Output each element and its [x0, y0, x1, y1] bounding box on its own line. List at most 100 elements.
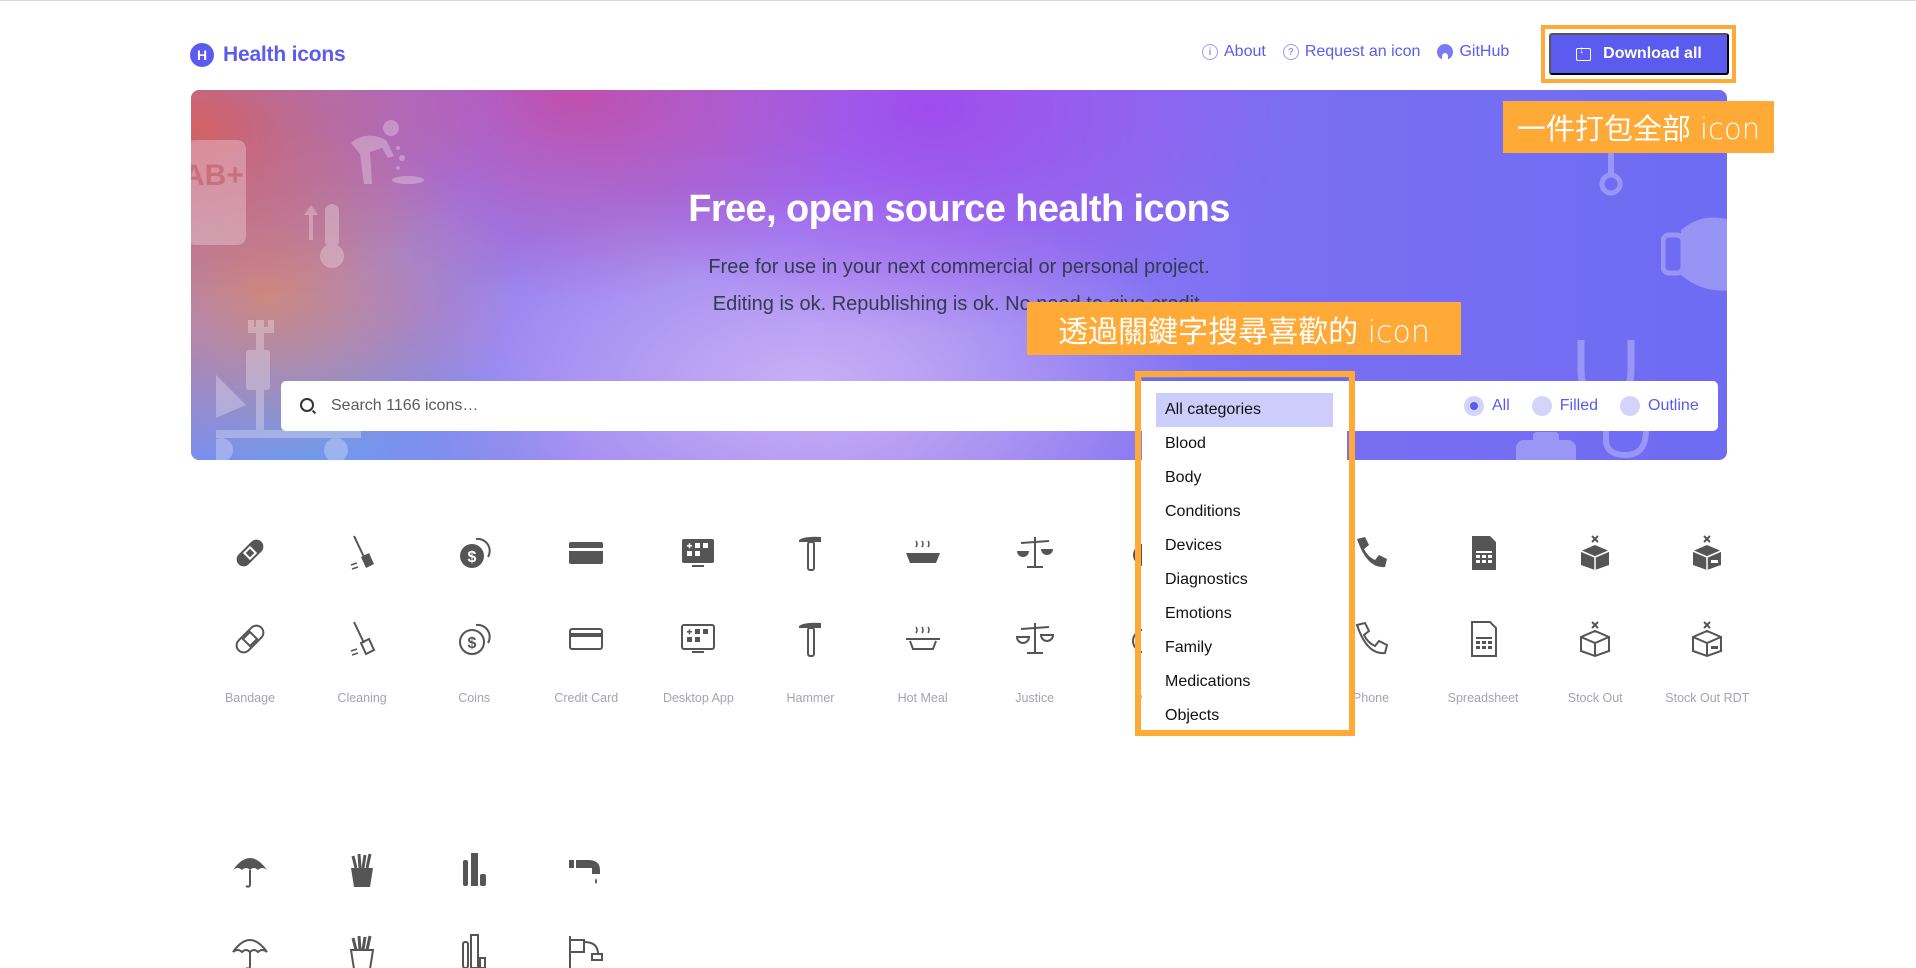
icon-label: Stock Out	[1567, 691, 1623, 705]
hammer-icon[interactable]	[791, 619, 831, 659]
scales-icon[interactable]	[1015, 619, 1055, 659]
fries-icon[interactable]	[342, 932, 382, 968]
icon-label: Spreadsheet	[1447, 691, 1519, 705]
logo-mark-icon: H	[190, 43, 214, 67]
category-option-medications[interactable]: Medications	[1156, 665, 1333, 699]
question-icon: ?	[1282, 44, 1299, 60]
category-option-devices[interactable]: Devices	[1156, 529, 1333, 563]
icon-card-stock-out-icon[interactable]: Stock Out	[1539, 0, 1651, 705]
category-option-emotions[interactable]: Emotions	[1156, 597, 1333, 631]
stock-out-rdt-icon[interactable]	[1687, 619, 1727, 659]
hot-meal-icon[interactable]	[903, 533, 943, 573]
nav-request-icon-link[interactable]: ? Request an icon	[1282, 43, 1421, 61]
github-icon	[1437, 44, 1454, 60]
icon-card-stationery-icon[interactable]	[418, 0, 530, 968]
credit-card-icon[interactable]	[566, 533, 606, 573]
category-option-objects[interactable]: Objects	[1156, 699, 1333, 733]
annotation-search-note: 透過關鍵字搜尋喜歡的 icon	[1027, 302, 1461, 355]
download-all-button[interactable]: Download all	[1549, 33, 1729, 75]
icon-label: Desktop App	[662, 691, 734, 705]
search-input[interactable]	[331, 381, 1131, 431]
umbrella-icon[interactable]	[230, 932, 270, 968]
coins-icon[interactable]: $	[454, 533, 494, 573]
radio-filled-indicator[interactable]	[1531, 396, 1552, 416]
icon-label: Justice	[1015, 691, 1055, 705]
water-tap-icon[interactable]	[566, 932, 606, 968]
phone-icon[interactable]	[1351, 619, 1391, 659]
icon-label: Credit Card	[554, 691, 619, 705]
search-bar: All Filled Outline	[281, 381, 1718, 431]
icon-card-hidden-icon[interactable]	[1203, 0, 1315, 10]
radio-filled[interactable]: Filled	[1531, 396, 1598, 416]
water-tap-icon[interactable]	[566, 850, 606, 890]
svg-text:$: $	[468, 549, 477, 566]
icon-card-phone-icon[interactable]: Phone	[1315, 0, 1427, 705]
nav-request-label: Request an icon	[1304, 43, 1421, 60]
nav-about-link[interactable]: i About	[1202, 43, 1266, 61]
icon-label: Hot Meal	[897, 691, 948, 705]
icon-card-umbrella-icon[interactable]	[194, 0, 306, 968]
vomit-person-icon	[351, 120, 424, 184]
coins-icon[interactable]: $	[454, 619, 494, 659]
broom-icon[interactable]	[342, 619, 382, 659]
hammer-icon[interactable]	[791, 533, 831, 573]
credit-card-icon[interactable]	[566, 619, 606, 659]
category-option-diagnostics[interactable]: Diagnostics	[1156, 563, 1333, 597]
icon-card-stock-out-rdt-icon[interactable]: Stock Out RDT	[1651, 0, 1763, 705]
hero-banner: AB+ Free, open source health icons Free …	[191, 90, 1727, 460]
radio-all[interactable]: All	[1464, 396, 1510, 416]
folder-download-icon	[1576, 45, 1592, 61]
icon-card-desktop-app-icon[interactable]: Desktop App	[642, 0, 754, 705]
stationery-icon[interactable]	[454, 932, 494, 968]
radio-all-label: All	[1492, 397, 1510, 414]
icon-label: Stock Out RDT	[1665, 691, 1750, 705]
stock-out-icon[interactable]	[1575, 533, 1615, 573]
annotation-download-note: 一件打包全部 icon	[1503, 101, 1774, 153]
icon-card-money-icon[interactable]: Mo	[1091, 0, 1203, 705]
fries-icon[interactable]	[342, 850, 382, 890]
site-logo[interactable]: H Health icons	[190, 43, 346, 67]
icon-label: Hammer	[786, 691, 835, 705]
icon-card-hammer-icon[interactable]: Hammer	[755, 0, 867, 705]
svg-text:$: $	[468, 635, 477, 652]
desktop-app-icon[interactable]	[678, 533, 718, 573]
icon-card-scales-icon[interactable]: Justice	[979, 0, 1091, 705]
download-all-label: Download all	[1603, 45, 1702, 62]
hero-subtitle-line2: Editing is ok. Republishing is ok. No ne…	[712, 293, 1206, 315]
radio-all-indicator[interactable]	[1464, 396, 1484, 416]
icon-card-hot-meal-icon[interactable]: Hot Meal	[867, 0, 979, 705]
stationery-icon[interactable]	[454, 850, 494, 890]
nav-about-label: About	[1224, 43, 1266, 60]
icon-label: Coins	[458, 691, 491, 705]
spreadsheet-icon[interactable]	[1463, 619, 1503, 659]
stock-out-rdt-icon[interactable]	[1687, 533, 1727, 573]
bandage-icon[interactable]	[230, 619, 270, 659]
nav-github-link[interactable]: GitHub	[1437, 43, 1509, 61]
bandage-icon[interactable]	[230, 533, 270, 573]
icon-card-spreadsheet-icon[interactable]: Spreadsheet	[1427, 0, 1539, 705]
style-filter: All Filled Outline	[1464, 381, 1699, 431]
category-option-blood[interactable]: Blood	[1156, 427, 1333, 461]
scales-icon[interactable]	[1015, 533, 1055, 573]
search-icon	[300, 398, 314, 412]
icon-card-fries-icon[interactable]	[306, 0, 418, 968]
radio-outline-label: Outline	[1648, 397, 1699, 414]
info-icon: i	[1202, 44, 1218, 60]
category-option-body[interactable]: Body	[1156, 461, 1333, 495]
hot-meal-icon[interactable]	[903, 619, 943, 659]
phone-icon[interactable]	[1351, 533, 1391, 573]
radio-outline[interactable]: Outline	[1620, 396, 1699, 416]
category-option-conditions[interactable]: Conditions	[1156, 495, 1333, 529]
umbrella-icon[interactable]	[230, 850, 270, 890]
stock-out-icon[interactable]	[1575, 619, 1615, 659]
desktop-app-icon[interactable]	[678, 619, 718, 659]
spreadsheet-icon[interactable]	[1463, 533, 1503, 573]
icon-card-water-tap-icon[interactable]	[530, 0, 642, 968]
top-nav: i About ? Request an icon GitHub	[1202, 43, 1509, 61]
category-option-all[interactable]: All categories	[1156, 393, 1333, 427]
broom-icon[interactable]	[342, 533, 382, 573]
hero-title: Free, open source health icons	[688, 188, 1230, 230]
radio-outline-indicator[interactable]	[1620, 396, 1641, 416]
logo-text: Health icons	[223, 43, 346, 66]
category-option-family[interactable]: Family	[1156, 631, 1333, 665]
